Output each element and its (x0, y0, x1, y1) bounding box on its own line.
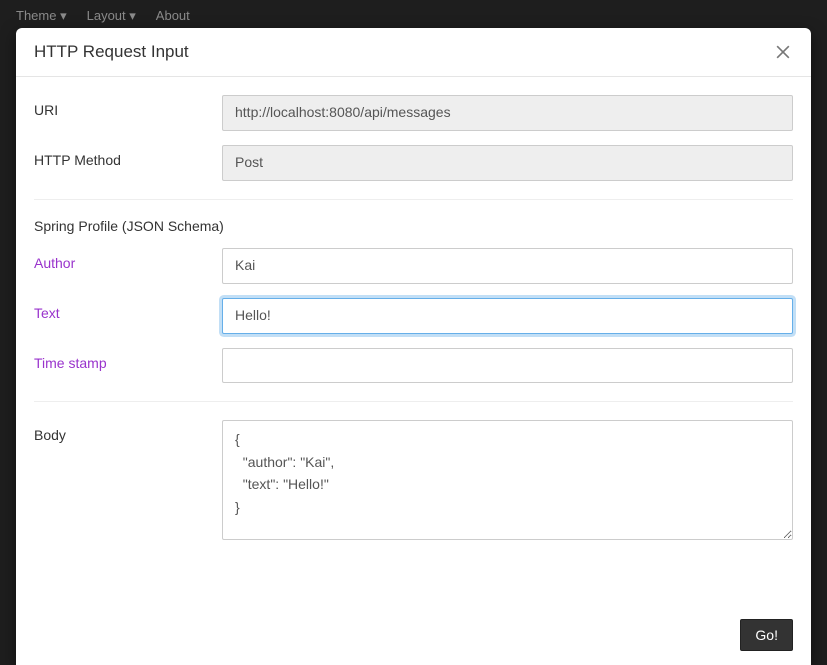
body-textarea[interactable] (222, 420, 793, 540)
timestamp-input[interactable] (222, 348, 793, 384)
modal-header: HTTP Request Input (16, 28, 811, 77)
uri-label: URI (34, 95, 222, 118)
divider (34, 401, 793, 402)
go-button[interactable]: Go! (740, 619, 793, 651)
spring-profile-header: Spring Profile (JSON Schema) (34, 218, 793, 234)
http-method-label: HTTP Method (34, 145, 222, 168)
modal-footer: Go! (16, 605, 811, 665)
modal-title: HTTP Request Input (34, 42, 189, 62)
http-request-modal: HTTP Request Input URI HTTP Method Sprin… (16, 28, 811, 665)
body-label: Body (34, 420, 222, 443)
uri-input (222, 95, 793, 131)
text-input[interactable] (222, 298, 793, 334)
modal-body: URI HTTP Method Spring Profile (JSON Sch… (16, 77, 811, 605)
http-method-input (222, 145, 793, 181)
timestamp-label: Time stamp (34, 348, 222, 371)
close-icon[interactable] (773, 42, 793, 62)
author-label: Author (34, 248, 222, 271)
divider (34, 199, 793, 200)
text-label: Text (34, 298, 222, 321)
author-input[interactable] (222, 248, 793, 284)
